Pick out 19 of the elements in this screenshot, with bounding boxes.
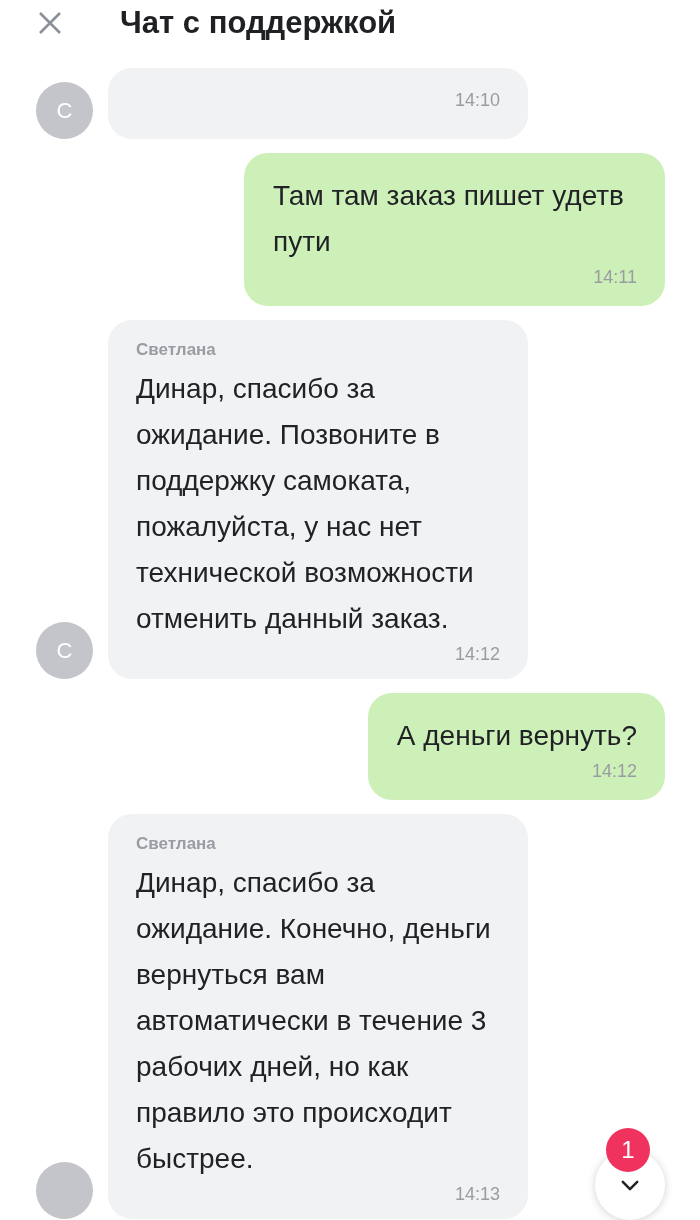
message-time: 14:10 xyxy=(454,90,500,111)
sender-name: Светлана xyxy=(136,340,217,360)
message-time: 14:11 xyxy=(593,267,637,288)
message-text: Там там заказ пишет удетв пути xyxy=(273,179,625,259)
message-text: А деньги вернуть? xyxy=(396,719,637,753)
unread-badge: 1 xyxy=(606,1128,650,1172)
scroll-down-button[interactable]: 1 xyxy=(595,1128,665,1220)
message-time: 14:12 xyxy=(454,644,500,665)
avatar xyxy=(36,1162,93,1219)
close-icon[interactable] xyxy=(38,11,62,35)
message-text: Динар, спасибо за ожидание. Конечно, деньги вернуться вам автоматически в течение 3 рабочих дней, но как правило это происходит быстрее. xyxy=(136,866,492,1176)
chevron-down-icon xyxy=(621,1179,639,1191)
avatar: С xyxy=(36,82,93,139)
message-text: Динар, спасибо за ожидание. Позвоните в поддержку самоката, пожалуйста, у нас нет технической возможности отменить данный заказ. xyxy=(136,372,475,636)
message-time: 14:12 xyxy=(591,761,637,782)
message-time: 14:13 xyxy=(454,1184,500,1205)
chat-title: Чат с поддержкой xyxy=(120,5,397,41)
sender-name: Светлана xyxy=(136,834,217,854)
avatar: С xyxy=(36,622,93,679)
